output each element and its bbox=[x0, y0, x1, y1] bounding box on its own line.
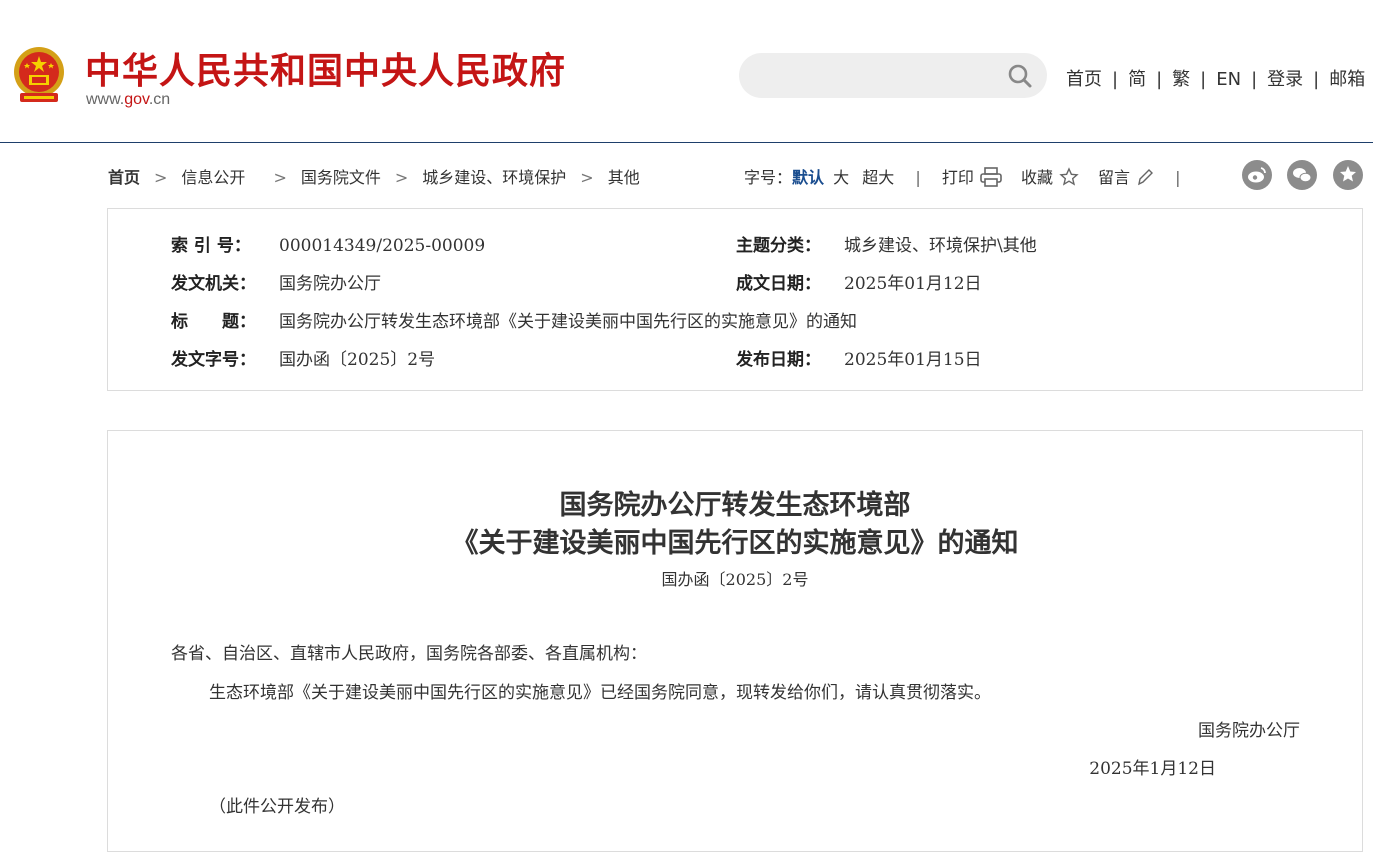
chevron-right-icon: > bbox=[154, 168, 168, 187]
article-doc-number: 国办函〔2025〕2号 bbox=[661, 570, 809, 589]
meta-row-written-date: 成文日期： 2025年01月12日 bbox=[736, 269, 982, 294]
document-meta-table: 索 引 号： 000014349/2025-00009 主题分类： 城乡建设、环境保… bbox=[107, 208, 1363, 391]
article-title-line2: 《关于建设美丽中国先行区的实施意见》的通知 bbox=[451, 528, 1019, 559]
weibo-glyph bbox=[1248, 167, 1266, 183]
site-header: 中华人民共和国中央人民政府 www.gov.cn 首页 | 简 | 繁 | EN | 登录 | 邮箱 bbox=[0, 0, 1373, 143]
meta-label: 索 引 号： bbox=[171, 236, 251, 256]
nav-traditional[interactable]: 繁 bbox=[1172, 69, 1190, 90]
national-emblem-logo[interactable] bbox=[10, 45, 68, 107]
article-signature: 国务院办公厅 bbox=[1198, 721, 1300, 741]
meta-value: 国务院办公厅 bbox=[279, 274, 381, 294]
meta-value: 国务院办公厅转发生态环境部《关于建设美丽中国先行区的实施意见》的通知 bbox=[279, 312, 857, 332]
nav-separator: | bbox=[1313, 69, 1320, 90]
meta-label: 成文日期： bbox=[736, 274, 821, 294]
print-button[interactable]: 打印 bbox=[941, 167, 1002, 187]
article-salutation: 各省、自治区、直辖市人民政府，国务院各部委、各直属机构： bbox=[171, 644, 647, 664]
breadcrumb-state-council-docs[interactable]: 国务院文件 bbox=[301, 168, 381, 187]
meta-row-title: 标 题： 国务院办公厅转发生态环境部《关于建设美丽中国先行区的实施意见》的通知 bbox=[171, 307, 857, 332]
print-label: 打印 bbox=[941, 168, 974, 187]
font-size-label: 字号： bbox=[744, 168, 793, 187]
star-glyph bbox=[1340, 166, 1356, 182]
domain-mid: gov bbox=[124, 91, 149, 108]
meta-value: 城乡建设、环境保护\其他 bbox=[844, 236, 1037, 256]
printer-icon bbox=[980, 167, 1002, 187]
meta-row-doc-no: 发文字号： 国办函〔2025〕2号 bbox=[171, 345, 435, 370]
search-input[interactable] bbox=[739, 53, 1047, 98]
favorite-button[interactable]: 收藏 bbox=[1020, 167, 1079, 187]
meta-row-topic: 主题分类： 城乡建设、环境保护\其他 bbox=[736, 231, 1037, 256]
wechat-glyph bbox=[1293, 168, 1312, 183]
meta-value: 国办函〔2025〕2号 bbox=[279, 350, 436, 370]
breadcrumb-other[interactable]: 其他 bbox=[608, 168, 640, 187]
message-label: 留言 bbox=[1098, 168, 1131, 187]
top-nav: 首页 | 简 | 繁 | EN | 登录 | 邮箱 bbox=[1066, 65, 1365, 91]
message-button[interactable]: 留言 bbox=[1098, 168, 1154, 187]
chevron-right-icon: > bbox=[580, 168, 594, 187]
breadcrumb: 首页 > 信息公开 > 国务院文件 > 城乡建设、环境保护 > 其他 bbox=[108, 164, 640, 188]
meta-label: 发文字号： bbox=[171, 350, 256, 370]
nav-simplified[interactable]: 简 bbox=[1128, 69, 1146, 90]
nav-login[interactable]: 登录 bbox=[1267, 69, 1303, 90]
meta-value: 2025年01月12日 bbox=[844, 274, 982, 294]
article-publication-note: （此件公开发布） bbox=[209, 797, 345, 817]
site-domain: www.gov.cn bbox=[86, 91, 170, 109]
nav-separator: | bbox=[1251, 69, 1258, 90]
wechat-icon[interactable] bbox=[1287, 160, 1317, 190]
font-size-xlarge[interactable]: 超大 bbox=[862, 168, 894, 187]
breadcrumb-urban-env[interactable]: 城乡建设、环境保护 bbox=[422, 168, 566, 187]
article-tools: 字号：默认 大 超大 | 打印 收藏 留言 | bbox=[744, 164, 1197, 188]
nav-mail[interactable]: 邮箱 bbox=[1329, 69, 1365, 90]
domain-prefix: www. bbox=[86, 91, 125, 108]
article-title-line1: 国务院办公厅转发生态环境部 bbox=[559, 490, 911, 521]
meta-row-publish-date: 发布日期： 2025年01月15日 bbox=[736, 345, 982, 370]
pencil-icon bbox=[1138, 169, 1154, 186]
search-icon[interactable] bbox=[1007, 63, 1033, 89]
article-date: 2025年1月12日 bbox=[1089, 759, 1216, 779]
more-share-icon[interactable] bbox=[1333, 160, 1363, 190]
chevron-right-icon: > bbox=[273, 168, 287, 187]
font-size-default[interactable]: 默认 bbox=[792, 168, 824, 187]
breadcrumb-bar: 首页 > 信息公开 > 国务院文件 > 城乡建设、环境保护 > 其他 字号：默认 大 超大 | … bbox=[108, 162, 1363, 188]
meta-label: 发文机关： bbox=[171, 274, 256, 294]
meta-value: 2025年01月15日 bbox=[844, 350, 982, 370]
meta-label: 主题分类： bbox=[736, 236, 821, 256]
nav-home[interactable]: 首页 bbox=[1066, 69, 1102, 90]
meta-label: 发布日期： bbox=[736, 350, 821, 370]
chevron-right-icon: > bbox=[394, 168, 409, 187]
font-size-large[interactable]: 大 bbox=[833, 168, 849, 187]
nav-separator: | bbox=[1156, 69, 1163, 90]
article-body: 国务院办公厅转发生态环境部 《关于建设美丽中国先行区的实施意见》的通知 国办函〔… bbox=[107, 430, 1363, 852]
site-title[interactable]: 中华人民共和国中央人民政府 bbox=[85, 42, 566, 94]
weibo-icon[interactable] bbox=[1242, 160, 1272, 190]
breadcrumb-info-public[interactable]: 信息公开 bbox=[181, 168, 245, 187]
domain-suffix: .cn bbox=[148, 91, 171, 108]
favorite-label: 收藏 bbox=[1020, 168, 1053, 187]
nav-english[interactable]: EN bbox=[1216, 69, 1241, 90]
breadcrumb-home[interactable]: 首页 bbox=[108, 168, 140, 187]
nav-separator: | bbox=[1112, 69, 1119, 90]
article-paragraph: 生态环境部《关于建设美丽中国先行区的实施意见》已经国务院同意，现转发给你们，请认… bbox=[209, 683, 991, 703]
nav-separator: | bbox=[1200, 69, 1207, 90]
meta-row-issuer: 发文机关： 国务院办公厅 bbox=[171, 269, 381, 294]
meta-value: 000014349/2025-00009 bbox=[279, 236, 486, 256]
tools-separator: | bbox=[915, 168, 921, 187]
tools-separator: | bbox=[1175, 168, 1181, 187]
meta-row-index: 索 引 号： 000014349/2025-00009 bbox=[171, 231, 485, 256]
meta-label: 标 题： bbox=[171, 312, 256, 332]
star-icon bbox=[1059, 167, 1079, 186]
